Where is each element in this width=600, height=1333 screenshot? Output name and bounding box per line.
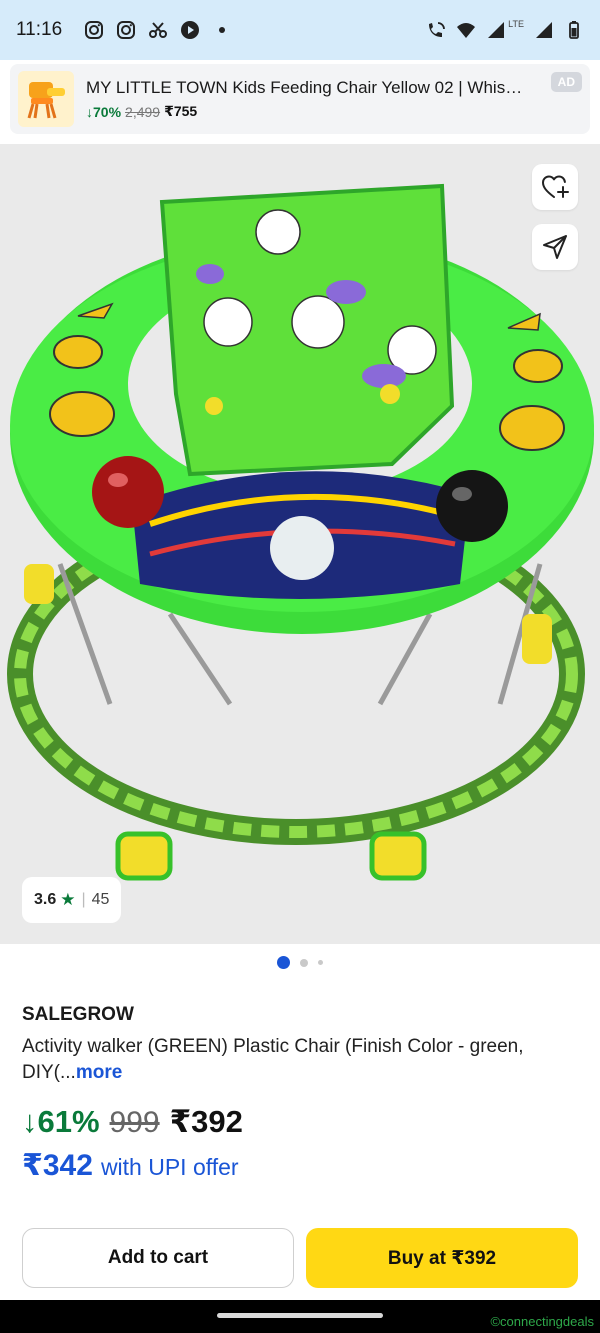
rating-pill[interactable]: 3.6 ★ | 45 [22, 877, 122, 923]
ad-discount: ↓70% [86, 103, 122, 120]
status-time: 11:16 [16, 19, 63, 40]
ad-product-thumbnail[interactable] [18, 71, 74, 127]
carousel-indicator [0, 956, 600, 969]
price-row: ↓61% 999 ₹392 [22, 1104, 243, 1140]
carousel-dot-active[interactable] [277, 956, 290, 969]
play-icon [180, 20, 200, 40]
mrp-price: 999 [109, 1106, 160, 1139]
ad-text: MY LITTLE TOWN Kids Feeding Chair Yellow… [86, 78, 582, 120]
wifi-call-icon [426, 20, 446, 40]
wishlist-button[interactable] [532, 164, 578, 210]
product-image-carousel[interactable]: 3.6 ★ | 45 [0, 144, 600, 944]
signal-icon [486, 20, 506, 40]
home-gesture-handle[interactable] [217, 1313, 383, 1318]
status-bar: 11:16 LTE [0, 0, 600, 60]
add-to-cart-button[interactable]: Add to cart [22, 1228, 294, 1288]
carousel-dot[interactable] [318, 960, 323, 965]
signal-icon [534, 20, 554, 40]
star-icon: ★ [60, 890, 76, 909]
ad-badge: AD [550, 72, 582, 92]
upi-price: ₹342 [22, 1149, 93, 1182]
selling-price: ₹392 [169, 1104, 243, 1139]
status-left-icons [84, 20, 232, 40]
upi-offer-row[interactable]: ₹342 with UPI offer [22, 1148, 239, 1183]
battery-icon [564, 20, 584, 40]
send-icon [543, 235, 567, 259]
instagram-icon [116, 20, 136, 40]
discount-percent: ↓61% [22, 1104, 100, 1139]
watermark: ©connectingdeals [490, 1314, 594, 1329]
ad-title[interactable]: MY LITTLE TOWN Kids Feeding Chair Yellow… [86, 78, 526, 98]
sponsored-ad-banner[interactable]: MY LITTLE TOWN Kids Feeding Chair Yellow… [10, 64, 590, 134]
heart-plus-icon [542, 175, 569, 198]
brand-name: SALEGROW [22, 1004, 134, 1025]
share-button[interactable] [532, 224, 578, 270]
rating-count: 45 [91, 891, 110, 908]
instagram-icon [84, 20, 104, 40]
scissors-icon [148, 20, 168, 40]
rating-value: 3.6 [34, 891, 57, 908]
status-right-icons: LTE [426, 19, 584, 40]
ad-price: ₹755 [164, 103, 198, 119]
more-link[interactable]: more [76, 1062, 122, 1083]
system-nav-bar: ©connectingdeals [0, 1300, 600, 1333]
dot-icon [212, 20, 232, 40]
wifi-icon [456, 20, 476, 40]
ad-price-row: ↓70% 2,499 ₹755 [86, 103, 582, 120]
product-image [7, 183, 594, 881]
network-label: LTE [508, 19, 524, 29]
rating-separator: | [81, 891, 86, 908]
carousel-dot[interactable] [300, 958, 308, 967]
buy-now-button[interactable]: Buy at ₹392 [306, 1228, 578, 1288]
upi-offer-text: with UPI offer [100, 1154, 239, 1180]
product-title: Activity walker (GREEN) Plastic Chair (F… [22, 1034, 578, 1086]
ad-mrp: 2,499 [125, 103, 161, 120]
